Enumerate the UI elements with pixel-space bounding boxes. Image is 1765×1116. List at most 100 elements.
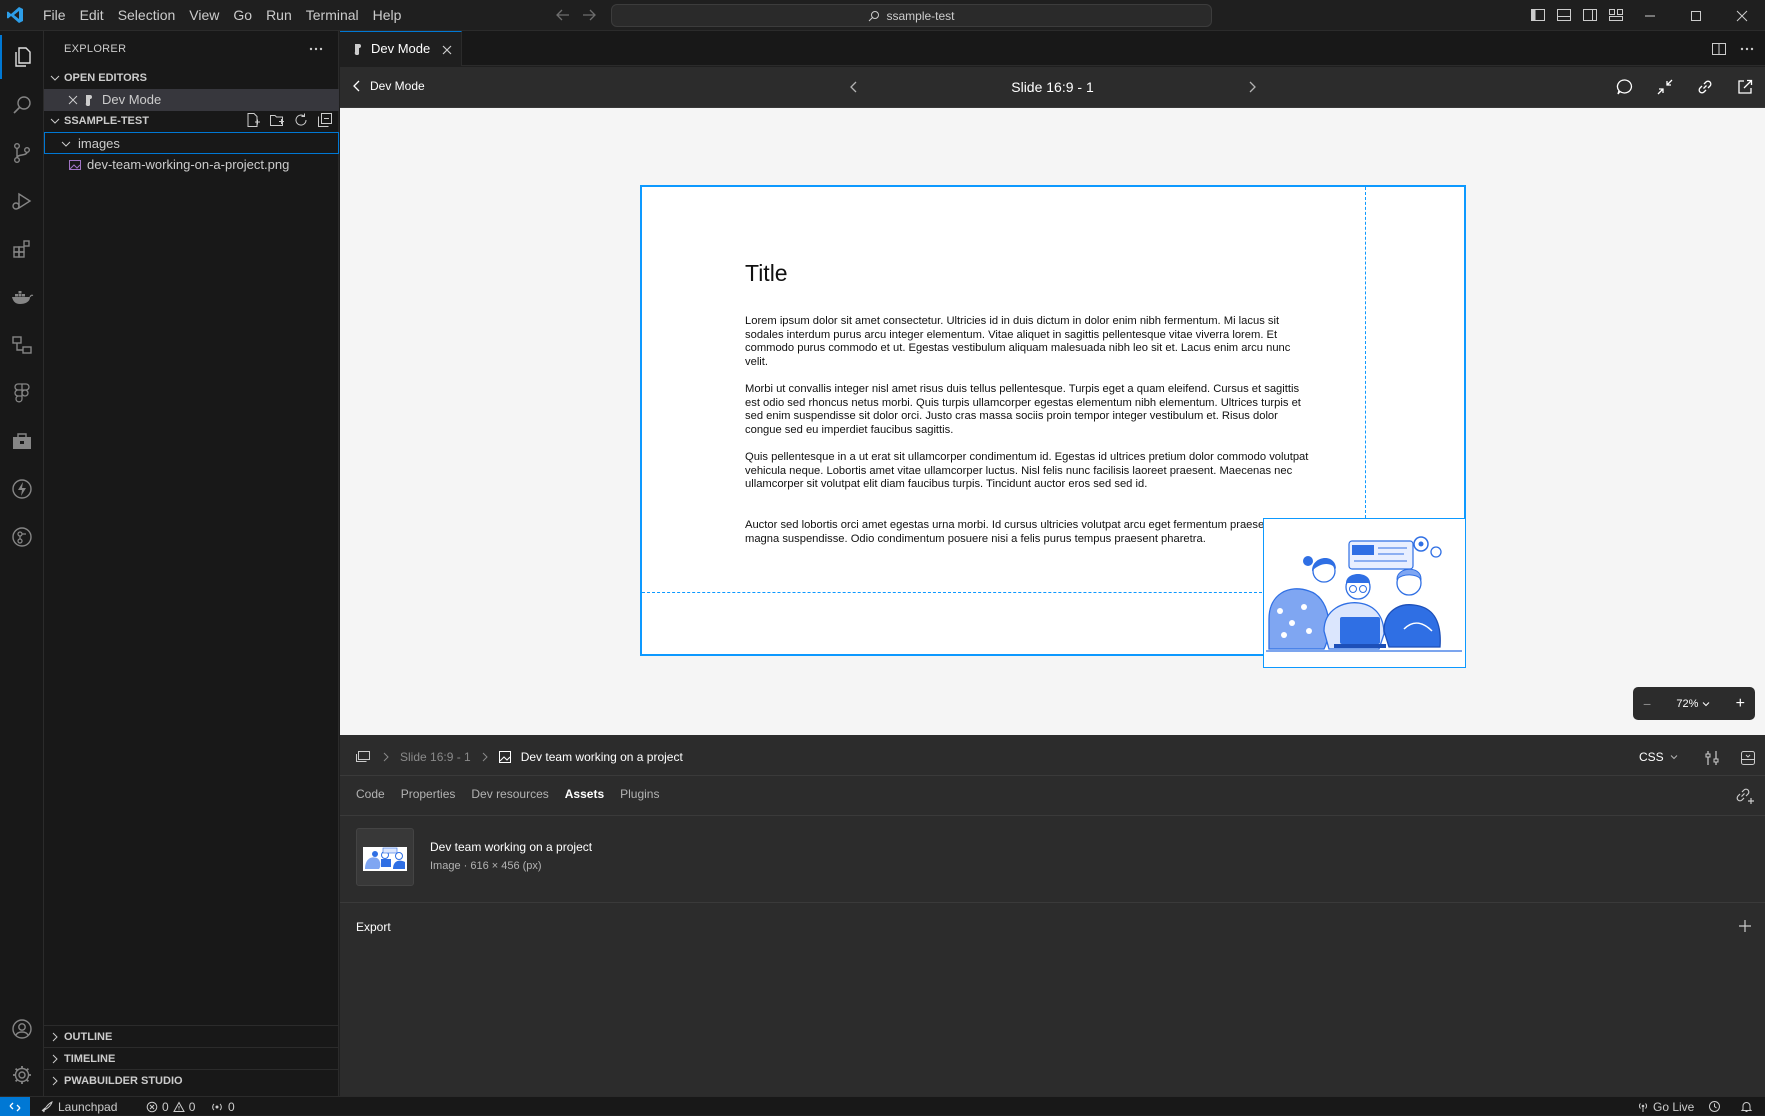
collapse-icon[interactable] (1656, 78, 1674, 96)
pwabuilder-header[interactable]: PWABUILDER STUDIO (44, 1069, 339, 1091)
slide-paragraph: Lorem ipsum dolor sit amet consectetur. … (745, 315, 1291, 369)
maximize-icon (1691, 10, 1701, 21)
chevron-right-icon (52, 1054, 58, 1064)
menu-file[interactable]: File (36, 0, 73, 31)
language-select[interactable]: CSS (1639, 750, 1678, 764)
tree-folder-images[interactable]: images (44, 132, 339, 154)
asset-meta: Image · 616 × 456 (px) (430, 860, 542, 872)
zoom-out-button[interactable]: − (1643, 696, 1651, 712)
tab-dev-mode[interactable]: Dev Mode (340, 31, 462, 66)
more-actions-icon[interactable] (1739, 41, 1755, 57)
selected-image-dev-team[interactable] (1263, 518, 1466, 668)
activity-search[interactable] (0, 83, 44, 127)
menu-go[interactable]: Go (226, 0, 259, 31)
chevron-down-icon (50, 118, 60, 124)
asset-name: Dev team working on a project (430, 840, 593, 854)
slide-heading: Title (745, 260, 788, 286)
more-actions-icon[interactable] (308, 41, 324, 57)
activity-figma[interactable] (0, 371, 44, 415)
toggle-panel-icon[interactable] (1556, 7, 1572, 23)
link-icon[interactable] (1696, 78, 1714, 96)
customize-layout-icon[interactable] (1608, 7, 1624, 23)
chevron-right-icon[interactable] (1244, 79, 1260, 95)
open-external-icon[interactable] (1736, 78, 1754, 96)
account-icon (12, 1019, 32, 1039)
problems-item[interactable]: 0 0 (146, 1097, 195, 1116)
activity-remote-explorer[interactable] (0, 323, 44, 367)
design-canvas[interactable]: Title Lorem ipsum dolor sit amet consect… (340, 108, 1765, 735)
zoom-level-dropdown[interactable]: 72% (1676, 698, 1710, 710)
tab-properties[interactable]: Properties (401, 787, 456, 801)
close-icon[interactable] (68, 95, 78, 105)
menu-help[interactable]: Help (366, 0, 409, 31)
toggle-primary-sidebar-icon[interactable] (1530, 7, 1546, 23)
tab-plugins[interactable]: Plugins (620, 787, 659, 801)
launchpad-item[interactable]: Launchpad (40, 1097, 117, 1116)
breadcrumb-current: Dev team working on a project (520, 750, 683, 764)
close-icon[interactable] (440, 43, 454, 57)
panel-toggle-icon[interactable] (1739, 749, 1757, 767)
remote-indicator[interactable] (0, 1097, 30, 1116)
open-editor-item[interactable]: Dev Mode (44, 89, 339, 111)
bell-icon[interactable] (1740, 1100, 1753, 1113)
activity-run-debug[interactable] (0, 179, 44, 223)
arrow-right-icon[interactable] (580, 6, 598, 24)
breadcrumb-parent[interactable]: Slide 16:9 - 1 (400, 750, 471, 764)
outline-header[interactable]: OUTLINE (44, 1025, 339, 1047)
activity-accounts[interactable] (0, 1007, 44, 1051)
image-file-icon (69, 160, 81, 170)
command-center-search[interactable]: ssample-test (611, 4, 1212, 27)
extensions-icon (13, 240, 30, 258)
close-window-button[interactable] (1719, 0, 1765, 31)
menu-terminal[interactable]: Terminal (299, 0, 366, 31)
maximize-button[interactable] (1673, 0, 1719, 31)
tree-file-png[interactable]: dev-team-working-on-a-project.png (44, 154, 339, 176)
launchpad-label: Launchpad (58, 1099, 118, 1114)
menu-run[interactable]: Run (259, 0, 299, 31)
activity-manage[interactable] (0, 1053, 44, 1097)
settings-sliders-icon[interactable] (1703, 749, 1721, 767)
history-icon[interactable] (1708, 1100, 1721, 1113)
figma-icon (14, 383, 30, 403)
arrow-left-icon[interactable] (554, 6, 572, 24)
dev-mode-toolbar: Dev Mode Slide 16:9 - 1 (340, 67, 1765, 108)
activity-lightning[interactable] (0, 467, 44, 511)
plus-icon[interactable] (1737, 918, 1753, 934)
activity-docker[interactable] (0, 275, 44, 319)
zoom-in-button[interactable]: + (1736, 695, 1745, 713)
chevron-right-icon (383, 752, 389, 762)
project-header[interactable]: SSAMPLE-TEST (44, 110, 339, 132)
refresh-icon[interactable] (293, 112, 309, 128)
link-add-icon[interactable] (1735, 787, 1755, 805)
toggle-secondary-sidebar-icon[interactable] (1582, 7, 1598, 23)
folder-label: images (78, 136, 120, 151)
split-editor-icon[interactable] (1711, 41, 1727, 57)
collapse-all-icon[interactable] (317, 112, 333, 128)
comment-icon[interactable] (1616, 78, 1634, 96)
pwabuilder-label: PWABUILDER STUDIO (64, 1075, 183, 1087)
tab-code[interactable]: Code (356, 787, 385, 801)
timeline-header[interactable]: TIMELINE (44, 1047, 339, 1069)
sidebar-title: EXPLORER (64, 43, 127, 55)
open-editors-header[interactable]: OPEN EDITORS (44, 67, 339, 89)
tab-dev-resources[interactable]: Dev resources (471, 787, 548, 801)
rocket-icon (41, 1100, 53, 1112)
activity-source-control[interactable] (0, 131, 44, 175)
activity-extensions[interactable] (0, 227, 44, 271)
new-folder-icon[interactable] (269, 112, 285, 128)
layers-icon[interactable] (354, 749, 372, 765)
tab-assets[interactable]: Assets (565, 787, 604, 801)
go-live-item[interactable]: Go Live (1637, 1097, 1694, 1116)
menu-edit[interactable]: Edit (73, 0, 111, 31)
menu-view[interactable]: View (182, 0, 226, 31)
new-file-icon[interactable] (245, 112, 261, 128)
activity-toolbox[interactable] (0, 419, 44, 463)
image-icon (498, 751, 511, 763)
activity-gitlens[interactable] (0, 515, 44, 559)
minimize-button[interactable] (1627, 0, 1673, 31)
menu-selection[interactable]: Selection (111, 0, 183, 31)
asset-thumbnail[interactable] (356, 828, 414, 886)
language-value: CSS (1639, 750, 1664, 764)
activity-explorer[interactable] (0, 35, 44, 79)
ports-item[interactable]: 0 (210, 1097, 235, 1116)
